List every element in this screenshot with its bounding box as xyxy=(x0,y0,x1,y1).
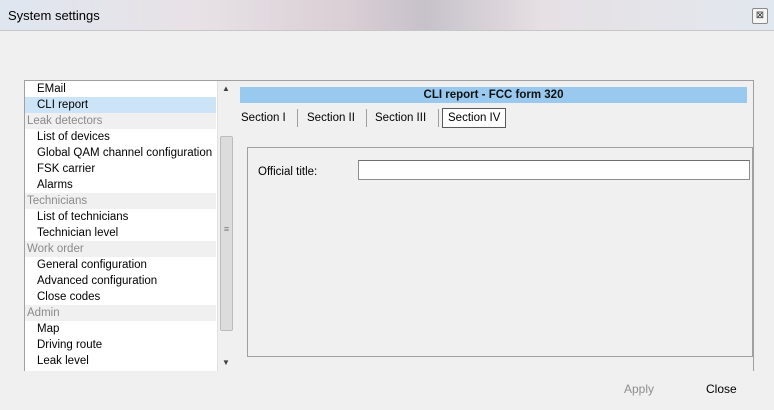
tab-separator xyxy=(366,109,367,127)
official-title-label: Official title: xyxy=(258,166,318,178)
settings-window: System settings ⊠ EMail CLI report Leak de… xyxy=(0,0,774,410)
scroll-down-arrow-icon[interactable]: ▼ xyxy=(218,355,234,371)
sidebar-group-leak-detectors: Leak detectors xyxy=(25,113,216,129)
sidebar-item-close-codes[interactable]: Close codes xyxy=(25,289,216,305)
tab-section-2[interactable]: Section II xyxy=(307,107,355,129)
sidebar-item-technician-level[interactable]: Technician level xyxy=(25,225,216,241)
header-band xyxy=(0,31,774,73)
sidebar-item-alarms[interactable]: Alarms xyxy=(25,177,216,193)
close-icon[interactable]: ⊠ xyxy=(752,8,768,24)
sidebar-item-fsk-carrier[interactable]: FSK carrier xyxy=(25,161,216,177)
sidebar-item-leak-level[interactable]: Leak level xyxy=(25,353,216,369)
sidebar-item-email[interactable]: EMail xyxy=(25,81,216,97)
tab-separator xyxy=(297,109,298,127)
footer-bar: Apply Close xyxy=(0,371,774,410)
sidebar-item-advanced-configuration[interactable]: Advanced configuration xyxy=(25,273,216,289)
sidebar-scrollbar[interactable]: ▲ ≡ ▼ xyxy=(217,81,234,371)
sidebar-item-list-of-devices[interactable]: List of devices xyxy=(25,129,216,145)
sidebar-item-list-of-technicians[interactable]: List of technicians xyxy=(25,209,216,225)
sidebar-item-map[interactable]: Map xyxy=(25,321,216,337)
settings-frame: EMail CLI report Leak detectors List of dev… xyxy=(24,80,754,372)
tab-separator xyxy=(438,109,439,127)
tab-section-4[interactable]: Section IV xyxy=(442,108,507,128)
scroll-grip-icon: ≡ xyxy=(223,224,230,234)
sidebar-group-work-order: Work order xyxy=(25,241,216,257)
title-bar: System settings ⊠ xyxy=(0,0,774,31)
apply-button[interactable]: Apply xyxy=(624,382,654,396)
scroll-thumb[interactable]: ≡ xyxy=(220,136,233,331)
sidebar-item-general-configuration[interactable]: General configuration xyxy=(25,257,216,273)
sidebar-group-admin: Admin xyxy=(25,305,216,321)
scroll-up-arrow-icon[interactable]: ▲ xyxy=(218,81,234,97)
tab-section-3[interactable]: Section III xyxy=(375,107,426,129)
close-button[interactable]: Close xyxy=(706,382,737,396)
section-panel: Official title: xyxy=(247,147,753,357)
window-title: System settings xyxy=(8,8,100,23)
sidebar-item-driving-route[interactable]: Driving route xyxy=(25,337,216,353)
report-header: CLI report - FCC form 320 xyxy=(240,87,747,103)
settings-tree: EMail CLI report Leak detectors List of dev… xyxy=(25,81,216,371)
content-pane: CLI report - FCC form 320 Section I Sect… xyxy=(234,81,753,371)
sidebar-group-technicians: Technicians xyxy=(25,193,216,209)
tab-section-1[interactable]: Section I xyxy=(241,107,286,129)
sidebar-item-cli-report[interactable]: CLI report xyxy=(25,97,216,113)
official-title-input[interactable] xyxy=(358,160,750,180)
sidebar-item-global-qam-channel-configuration[interactable]: Global QAM channel configuration xyxy=(25,145,216,161)
